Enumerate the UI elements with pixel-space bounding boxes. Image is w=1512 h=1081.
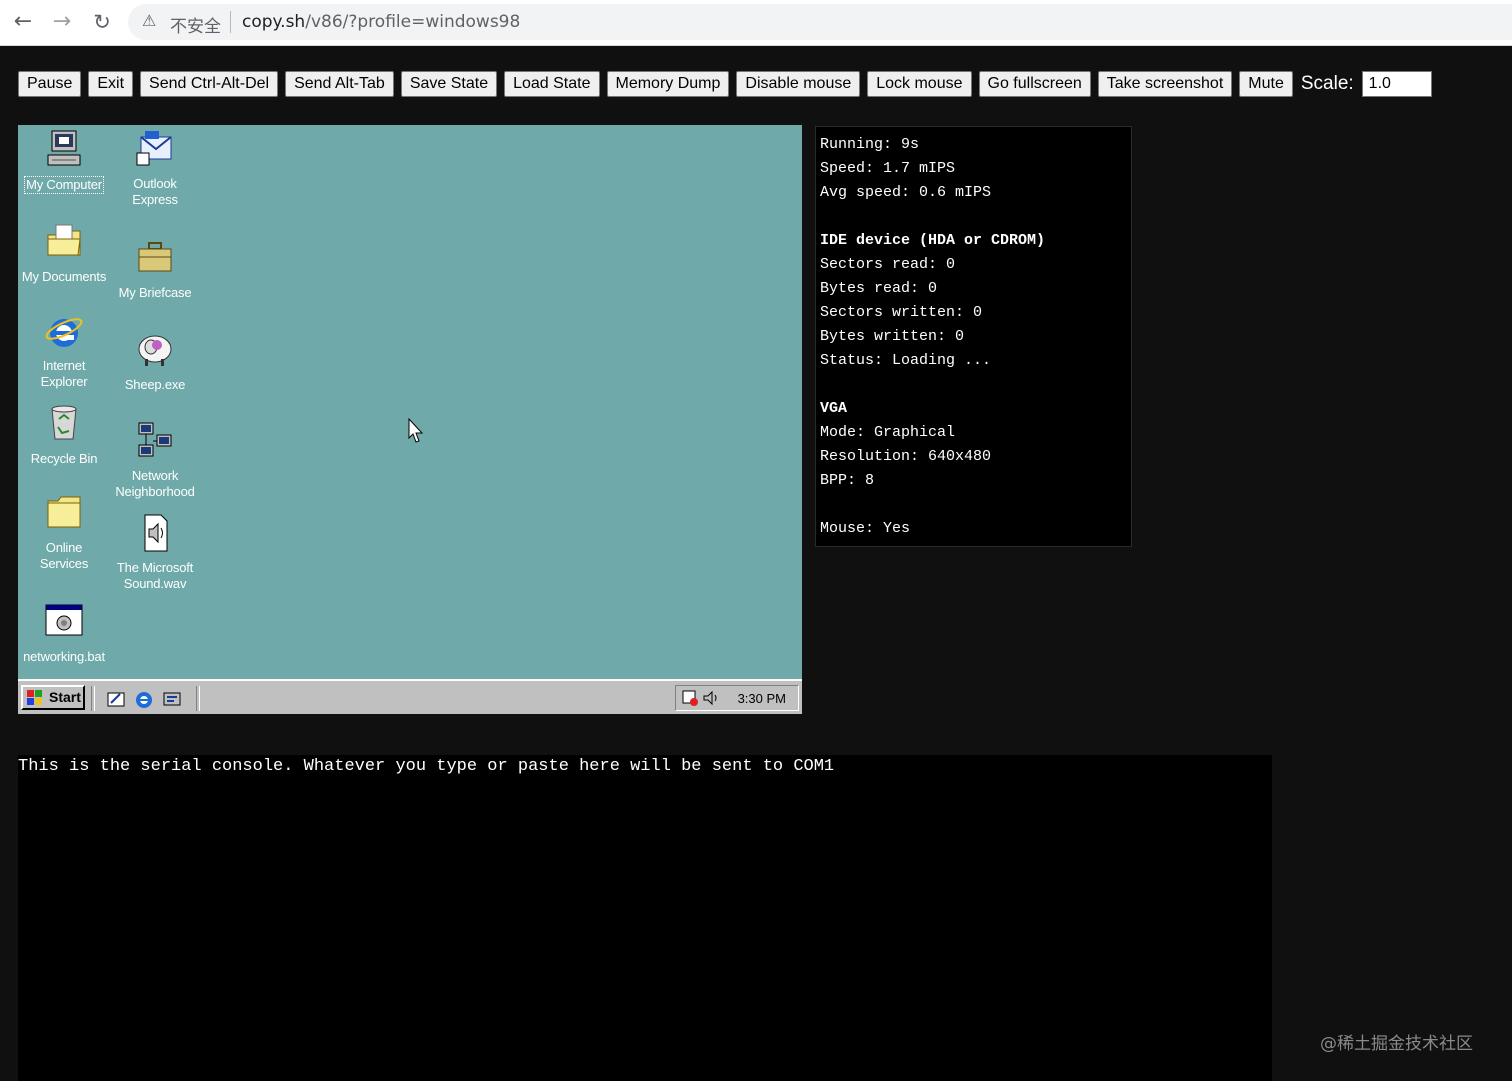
desktop-icon-label: The Microsoft Sound.wav (116, 560, 194, 591)
security-label[interactable]: 不安全 (170, 12, 221, 37)
windows-logo-icon (27, 690, 42, 705)
stat-speed: Speed: 1.7 mIPS (820, 160, 956, 177)
watermark: @稀土掘金技术社区 (1320, 1034, 1473, 1054)
memory-dump-button[interactable]: Memory Dump (606, 71, 730, 97)
disable-mouse-button[interactable]: Disable mouse (736, 71, 861, 97)
stat-status: Status: Loading ... (820, 352, 992, 369)
go-fullscreen-button[interactable]: Go fullscreen (978, 71, 1091, 97)
stat-sectors-read: Sectors read: 0 (820, 256, 956, 273)
stat-avg-speed: Avg speed: 0.6 mIPS (820, 184, 992, 201)
reload-icon[interactable]: ↻ (88, 8, 116, 36)
lock-mouse-button[interactable]: Lock mouse (867, 71, 972, 97)
desktop-icon-label: Network Neighborhood (115, 468, 195, 499)
desktop-icon-label: Recycle Bin (30, 451, 98, 466)
taskbar-separator (196, 686, 200, 711)
start-button[interactable]: Start (21, 685, 85, 710)
url-path: /v86/?profile=windows98 (305, 12, 521, 32)
browser-toolbar: ← → ↻ ⚠ 不安全 copy.sh/v86/?profile=windows… (0, 0, 1512, 46)
desktop-icon-label: networking.bat (23, 649, 105, 664)
stat-bytes-written: Bytes written: 0 (820, 328, 965, 345)
folder-icon (47, 496, 81, 528)
emulator-stats-panel: Running: 9s Speed: 1.7 mIPS Avg speed: 0… (815, 126, 1132, 547)
volume-icon[interactable] (702, 689, 720, 707)
stat-resolution: Resolution: 640x480 (820, 448, 992, 465)
desktop-icon-label: Online Services (39, 540, 89, 571)
network-icon (138, 422, 172, 457)
sound-file-icon (144, 514, 168, 552)
desktop-icon-outlook-express[interactable]: Outlook Express (108, 129, 202, 209)
mouse-cursor-icon (408, 418, 424, 443)
desktop-icon-my-documents[interactable]: My Documents (18, 221, 111, 286)
stat-mode: Mode: Graphical (820, 424, 956, 441)
url-host: copy.sh (242, 12, 306, 32)
my-computer-icon (47, 130, 81, 166)
stat-ide-title: IDE device (HDA or CDROM) (820, 232, 1046, 249)
emulator-toolbar: Pause Exit Send Ctrl-Alt-Del Send Alt-Ta… (18, 70, 1432, 98)
stat-running: Running: 9s (820, 136, 920, 153)
desktop-icon-networking-bat[interactable]: networking.bat (18, 601, 111, 666)
stat-gap (820, 207, 1131, 231)
folder-icon (47, 224, 81, 256)
warning-triangle-icon[interactable]: ⚠ (142, 12, 160, 30)
start-label: Start (49, 689, 81, 705)
stat-mouse: Mouse: Yes (820, 520, 911, 537)
desktop-icon-online-services[interactable]: Online Services (18, 493, 111, 573)
outlook-express-icon (136, 131, 172, 166)
emulator-screen[interactable]: My Computer My Documents Internet Explor… (18, 125, 802, 714)
desktop-icon-microsoft-sound[interactable]: The Microsoft Sound.wav (108, 513, 202, 593)
taskbar: Start 3:30 PM (18, 679, 802, 714)
desktop-icon-label: My Briefcase (118, 285, 192, 300)
load-state-button[interactable]: Load State (504, 71, 600, 97)
take-screenshot-button[interactable]: Take screenshot (1097, 71, 1233, 97)
pause-button[interactable]: Pause (18, 71, 82, 97)
internet-explorer-icon[interactable] (134, 689, 154, 709)
desktop-icon-my-briefcase[interactable]: My Briefcase (108, 237, 202, 302)
address-bar[interactable]: ⚠ 不安全 copy.sh/v86/?profile=windows98 (128, 4, 1512, 40)
send-ctrl-alt-del-button[interactable]: Send Ctrl-Alt-Del (140, 71, 279, 97)
desktop-icon-internet-explorer[interactable]: Internet Explorer (18, 311, 111, 391)
desktop-icon-label: Sheep.exe (124, 377, 186, 392)
taskbar-clock[interactable]: 3:30 PM (738, 691, 786, 706)
stat-gap (820, 375, 1131, 399)
stat-bpp: BPP: 8 (820, 472, 875, 489)
forward-arrow-icon[interactable]: → (48, 8, 76, 36)
scheduler-icon[interactable] (682, 689, 700, 707)
internet-explorer-icon (45, 318, 83, 347)
desktop-icon-label: Outlook Express (132, 176, 178, 207)
channels-icon[interactable] (162, 689, 182, 709)
desktop-icon-label: Internet Explorer (40, 358, 88, 389)
show-desktop-icon[interactable] (106, 689, 126, 709)
desktop-icon-network-neighborhood[interactable]: Network Neighborhood (108, 421, 202, 501)
url-text[interactable]: copy.sh/v86/?profile=windows98 (242, 12, 520, 32)
mute-button[interactable]: Mute (1239, 71, 1293, 97)
address-separator (230, 11, 231, 33)
stat-bytes-read: Bytes read: 0 (820, 280, 938, 297)
stat-sectors-written: Sectors written: 0 (820, 304, 983, 321)
back-arrow-icon[interactable]: ← (9, 8, 37, 36)
briefcase-icon (138, 242, 172, 272)
exit-button[interactable]: Exit (88, 71, 134, 97)
batch-file-icon (45, 604, 83, 636)
send-alt-tab-button[interactable]: Send Alt-Tab (285, 71, 394, 97)
system-tray: 3:30 PM (675, 685, 799, 711)
scale-label: Scale: (1300, 73, 1354, 94)
desktop-icon-label: My Computer (24, 176, 104, 194)
serial-console-text: This is the serial console. Whatever you… (18, 757, 835, 776)
save-state-button[interactable]: Save State (400, 71, 498, 97)
desktop-icon-recycle-bin[interactable]: Recycle Bin (18, 403, 111, 468)
stat-gap (820, 495, 1131, 519)
serial-console[interactable]: This is the serial console. Whatever you… (18, 755, 1272, 1081)
desktop-icon-sheep-exe[interactable]: Sheep.exe (108, 329, 202, 394)
scale-input[interactable] (1361, 71, 1432, 97)
recycle-bin-icon (51, 405, 77, 440)
desktop-icon-label: My Documents (21, 269, 107, 284)
taskbar-separator (91, 686, 95, 711)
sheep-icon (138, 335, 172, 366)
desktop-icon-my-computer[interactable]: My Computer (18, 129, 111, 194)
stat-vga-title: VGA (820, 400, 848, 417)
